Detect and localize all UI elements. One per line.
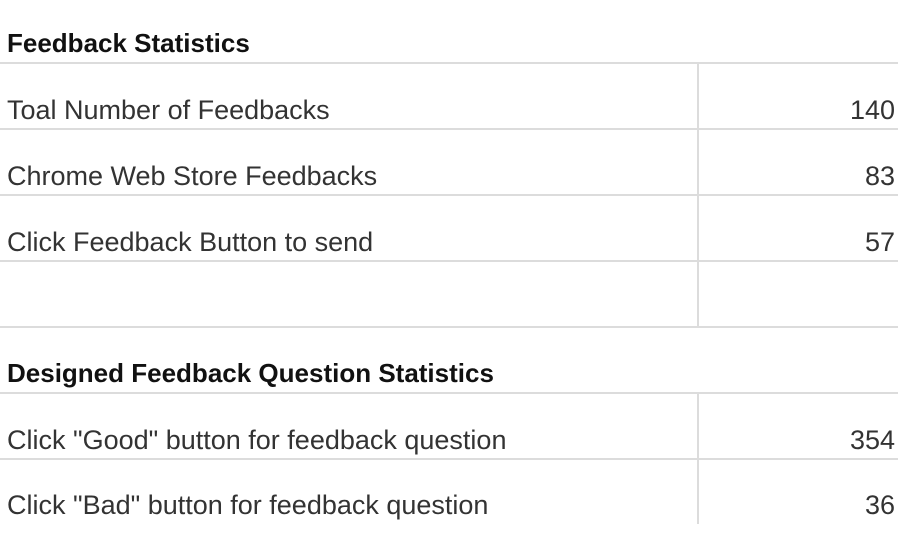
divider <box>0 458 898 460</box>
row-label: Click "Good" button for feedback questio… <box>7 424 507 455</box>
divider <box>0 326 898 328</box>
row-label: Chrome Web Store Feedbacks <box>7 160 378 191</box>
table-row: Toal Number of Feedbacks 140 <box>0 76 898 142</box>
table-row <box>0 274 898 340</box>
section-title: Designed Feedback Question Statistics <box>7 357 494 388</box>
row-value: 57 <box>864 226 895 257</box>
table-row: Click Feedback Button to send 57 <box>0 208 898 274</box>
row-value: 354 <box>849 424 895 455</box>
row-value <box>700 274 895 340</box>
row-value: 36 <box>864 489 895 520</box>
section-title: Feedback Statistics <box>7 27 250 58</box>
divider <box>0 194 898 196</box>
column-divider <box>697 64 699 326</box>
section-header-question-statistics: Designed Feedback Question Statistics <box>0 340 898 404</box>
divider <box>0 62 898 64</box>
row-label: Click Feedback Button to send <box>7 226 374 257</box>
feedback-stats-sheet: Feedback Statistics Toal Number of Feedb… <box>0 0 898 524</box>
row-value: 140 <box>849 94 895 125</box>
row-label <box>7 274 697 340</box>
divider <box>0 128 898 130</box>
table-row: Chrome Web Store Feedbacks 83 <box>0 142 898 208</box>
column-divider <box>697 394 699 524</box>
divider <box>0 392 898 394</box>
section-header-feedback-statistics: Feedback Statistics <box>0 10 898 74</box>
table-row: Click "Good" button for feedback questio… <box>0 406 898 472</box>
table-row: Click "Bad" button for feedback question… <box>0 471 898 537</box>
row-label: Toal Number of Feedbacks <box>7 94 330 125</box>
row-value: 83 <box>864 160 895 191</box>
divider <box>0 260 898 262</box>
row-label: Click "Bad" button for feedback question <box>7 489 489 520</box>
